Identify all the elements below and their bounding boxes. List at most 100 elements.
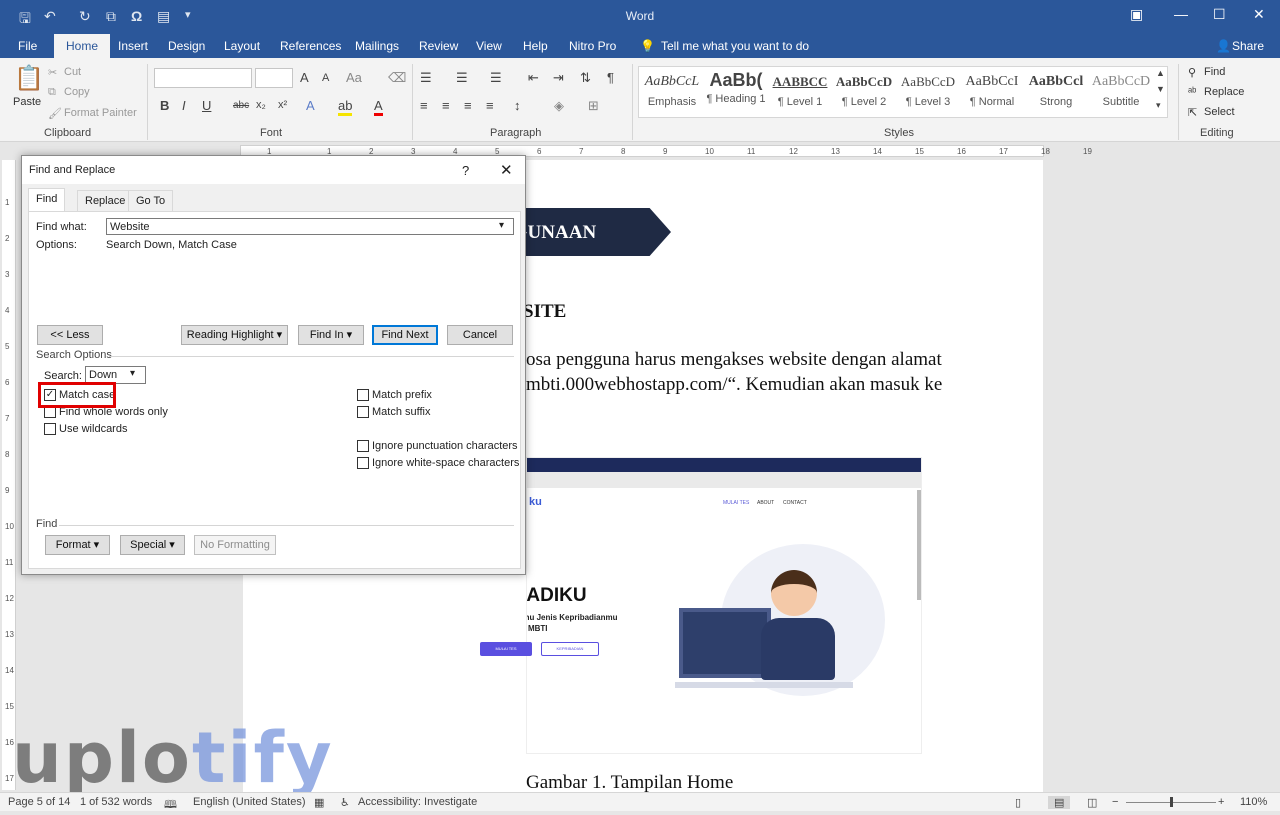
tab-design[interactable]: Design bbox=[168, 39, 205, 53]
share-button[interactable]: Share bbox=[1232, 39, 1264, 53]
replace-button[interactable]: Replace bbox=[1204, 86, 1244, 98]
tab-help[interactable]: Help bbox=[523, 39, 548, 53]
text-effects-icon[interactable]: A bbox=[306, 98, 315, 113]
tab-view[interactable]: View bbox=[476, 39, 502, 53]
decrease-indent-icon[interactable]: ⇤ bbox=[528, 70, 539, 86]
strikethrough-button[interactable]: abc bbox=[233, 100, 249, 111]
style-level-1[interactable]: AABBCC ¶ Level 1 bbox=[769, 70, 831, 116]
sort-icon[interactable]: ⇅ bbox=[580, 70, 591, 86]
bullets-icon[interactable]: ☰ bbox=[420, 70, 432, 86]
select-icon[interactable]: ⇱ bbox=[1188, 106, 1197, 119]
highlight-color-icon[interactable]: ab bbox=[338, 98, 353, 116]
accessibility-icon[interactable]: ♿ bbox=[340, 796, 350, 809]
zoom-level[interactable]: 110% bbox=[1240, 796, 1267, 808]
match-suffix-label[interactable]: Match suffix bbox=[372, 406, 431, 418]
clear-format-icon[interactable]: ⌫ bbox=[388, 70, 406, 86]
ribbon-display-icon[interactable]: ▣ bbox=[1130, 6, 1143, 23]
tab-references[interactable]: References bbox=[280, 39, 341, 53]
dialog-close-icon[interactable]: ✕ bbox=[500, 161, 513, 179]
find-icon[interactable]: ⚲ bbox=[1188, 66, 1196, 79]
format-button[interactable]: Format ▾ bbox=[45, 535, 110, 555]
cut-button[interactable]: Cut bbox=[64, 66, 81, 78]
read-mode-icon[interactable]: ▯ bbox=[1015, 796, 1021, 809]
format-painter-button[interactable]: Format Painter bbox=[64, 107, 137, 119]
font-name-box[interactable] bbox=[154, 68, 252, 88]
justify-icon[interactable]: ≡ bbox=[486, 98, 494, 113]
chevron-down-icon[interactable]: ▾ bbox=[130, 368, 135, 379]
tab-goto[interactable]: Go To bbox=[128, 190, 174, 212]
macro-icon[interactable]: ▦ bbox=[314, 796, 324, 809]
multilevel-list-icon[interactable]: ☰ bbox=[490, 70, 502, 86]
share-icon[interactable]: 👤 bbox=[1216, 39, 1231, 53]
accessibility-status[interactable]: Accessibility: Investigate bbox=[358, 796, 477, 808]
shrink-font-button[interactable]: A bbox=[322, 72, 329, 84]
wildcards-checkbox[interactable] bbox=[44, 423, 56, 435]
paste-icon[interactable]: 📋 bbox=[14, 64, 44, 93]
print-layout-icon[interactable]: ▤ bbox=[1048, 796, 1071, 809]
change-case-button[interactable]: Aa bbox=[346, 70, 362, 85]
match-prefix-label[interactable]: Match prefix bbox=[372, 389, 432, 401]
tab-mailings[interactable]: Mailings bbox=[355, 39, 399, 53]
tab-insert[interactable]: Insert bbox=[118, 39, 148, 53]
zoom-in-icon[interactable]: + bbox=[1218, 796, 1224, 808]
less-button[interactable]: << Less bbox=[37, 325, 103, 345]
font-color-icon[interactable]: A bbox=[374, 98, 383, 116]
numbering-icon[interactable]: ☰ bbox=[456, 70, 468, 86]
reading-highlight-button[interactable]: Reading Highlight ▾ bbox=[181, 325, 288, 345]
help-button[interactable]: ? bbox=[462, 163, 469, 178]
align-right-icon[interactable]: ≡ bbox=[464, 98, 472, 113]
ignore-punctuation-label[interactable]: Ignore punctuation characters bbox=[372, 440, 518, 452]
bold-button[interactable]: B bbox=[160, 98, 169, 113]
style-level-2[interactable]: AaBbCcD ¶ Level 2 bbox=[833, 70, 895, 116]
find-next-button[interactable]: Find Next bbox=[372, 325, 438, 345]
maximize-icon[interactable]: ☐ bbox=[1213, 6, 1226, 23]
tab-review[interactable]: Review bbox=[419, 39, 458, 53]
align-center-icon[interactable]: ≡ bbox=[442, 98, 450, 113]
zoom-slider-thumb[interactable] bbox=[1170, 797, 1173, 807]
grow-font-button[interactable]: A bbox=[300, 70, 309, 85]
copy-button[interactable]: Copy bbox=[64, 86, 90, 98]
paste-button[interactable]: Paste bbox=[13, 96, 41, 108]
styles-scroll-down-icon[interactable]: ▼ bbox=[1156, 84, 1165, 94]
tell-me-box[interactable]: Tell me what you want to do bbox=[661, 39, 809, 53]
styles-scroll-up-icon[interactable]: ▲ bbox=[1156, 68, 1165, 78]
find-what-dropdown-icon[interactable]: ▾ bbox=[499, 220, 504, 231]
underline-button[interactable]: U bbox=[202, 98, 211, 113]
zoom-out-icon[interactable]: − bbox=[1112, 796, 1118, 808]
style-strong[interactable]: AaBbCcl Strong bbox=[1025, 70, 1087, 116]
page-count[interactable]: Page 5 of 14 bbox=[8, 796, 70, 808]
subscript-button[interactable]: x₂ bbox=[256, 99, 266, 111]
borders-icon[interactable]: ⊞ bbox=[588, 98, 599, 114]
find-in-button[interactable]: Find In ▾ bbox=[298, 325, 364, 345]
ignore-whitespace-label[interactable]: Ignore white-space characters bbox=[372, 457, 519, 469]
style-level-3[interactable]: AaBbCcD ¶ Level 3 bbox=[897, 70, 959, 116]
style-emphasis[interactable]: AaBbCcL Emphasis bbox=[641, 70, 703, 116]
cancel-button[interactable]: Cancel bbox=[447, 325, 513, 345]
align-left-icon[interactable]: ≡ bbox=[420, 98, 428, 113]
tab-home[interactable]: Home bbox=[54, 34, 111, 58]
copy-icon[interactable]: ⧉ bbox=[48, 86, 56, 99]
ignore-punctuation-checkbox[interactable] bbox=[357, 440, 369, 452]
no-formatting-button[interactable]: No Formatting bbox=[194, 535, 276, 555]
tab-layout[interactable]: Layout bbox=[224, 39, 260, 53]
italic-button[interactable]: I bbox=[182, 98, 186, 113]
line-spacing-icon[interactable]: ↕ bbox=[514, 98, 521, 113]
style-subtitle[interactable]: AaBbCcD Subtitle bbox=[1089, 70, 1153, 116]
tab-find[interactable]: Find bbox=[28, 188, 66, 212]
match-prefix-checkbox[interactable] bbox=[357, 389, 369, 401]
style-heading-1[interactable]: AaBb(¶ Heading 1 bbox=[705, 70, 767, 116]
shading-icon[interactable]: ◈ bbox=[554, 98, 564, 114]
find-what-input[interactable]: Website ▾ bbox=[106, 218, 514, 235]
styles-more-icon[interactable]: ▾ bbox=[1156, 100, 1161, 111]
close-icon[interactable]: ✕ bbox=[1253, 6, 1265, 23]
replace-icon[interactable]: ᵃᵇ bbox=[1188, 86, 1196, 98]
font-size-box[interactable] bbox=[255, 68, 293, 88]
superscript-button[interactable]: x² bbox=[278, 99, 287, 111]
tab-nitro-pro[interactable]: Nitro Pro bbox=[569, 39, 616, 53]
special-button[interactable]: Special ▾ bbox=[120, 535, 185, 555]
style-normal[interactable]: AaBbCcI ¶ Normal bbox=[961, 70, 1023, 116]
tab-replace[interactable]: Replace bbox=[77, 190, 134, 212]
vertical-ruler[interactable]: 1 2 3 4 5 6 7 8 9 10 11 12 13 14 15 16 17 bbox=[2, 160, 16, 790]
increase-indent-icon[interactable]: ⇥ bbox=[553, 70, 564, 86]
cut-icon[interactable]: ✂ bbox=[48, 66, 57, 79]
